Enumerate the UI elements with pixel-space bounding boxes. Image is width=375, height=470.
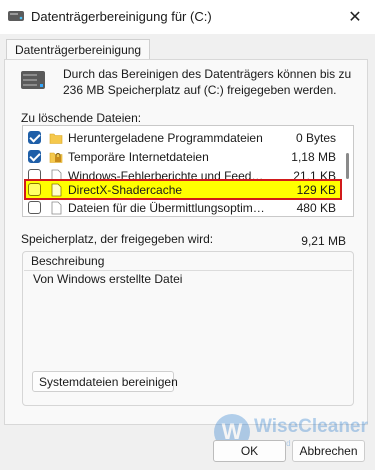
- list-item-size: 0 Bytes: [295, 130, 336, 145]
- tab-strip: Datenträgerbereinigung: [0, 34, 375, 61]
- list-item-size: 1,18 MB: [291, 149, 336, 164]
- close-button[interactable]: ✕: [335, 0, 375, 34]
- intro-text: Durch das Bereinigen des Datenträgers kö…: [63, 67, 352, 97]
- checkbox[interactable]: [28, 201, 41, 214]
- description-divider: [24, 270, 352, 271]
- list-item-size: 480 KB: [296, 200, 336, 215]
- clean-system-files-button[interactable]: Systemdateien bereinigen: [32, 371, 178, 392]
- space-freed-value: 9,21 MB: [301, 234, 346, 248]
- clean-system-files-label: Systemdateien bereinigen: [39, 374, 178, 389]
- list-item[interactable]: Heruntergeladene Programmdateien 0 Bytes: [24, 127, 342, 148]
- close-icon: ✕: [348, 9, 362, 26]
- tab-disk-cleanup[interactable]: Datenträgerbereinigung: [6, 39, 151, 61]
- lock-folder-icon: [49, 152, 63, 163]
- list-scrollbar[interactable]: [341, 126, 353, 216]
- file-list[interactable]: Heruntergeladene Programmdateien 0 Bytes…: [22, 125, 354, 217]
- ok-button[interactable]: OK: [213, 440, 286, 462]
- list-item-name: DirectX-Shadercache: [68, 182, 183, 197]
- description-legend: Beschreibung: [31, 254, 105, 268]
- list-item-name: Temporäre Internetdateien: [68, 149, 209, 164]
- scrollbar-thumb[interactable]: [346, 153, 349, 179]
- list-item[interactable]: Temporäre Internetdateien 1,18 MB: [24, 146, 342, 167]
- list-item-name: Heruntergeladene Programmdateien: [68, 130, 263, 145]
- description-text: Von Windows erstellte Datei: [33, 272, 183, 286]
- window-title: Datenträgerbereinigung für (C:): [31, 9, 212, 24]
- cancel-button[interactable]: Abbrechen: [292, 440, 365, 462]
- file-icon: [51, 201, 62, 214]
- title-bar: Datenträgerbereinigung für (C:) ✕: [0, 0, 375, 34]
- list-item[interactable]: Dateien für die Übermittlungsoptimierung…: [24, 197, 342, 216]
- list-item-size: 129 KB: [296, 182, 336, 197]
- file-icon: [51, 183, 62, 196]
- checkbox[interactable]: [28, 150, 41, 163]
- list-item-name: Dateien für die Übermittlungsoptimierung: [68, 200, 266, 215]
- space-freed-label: Speicherplatz, der freigegeben wird:: [21, 232, 214, 246]
- checkbox[interactable]: [28, 131, 41, 144]
- disk-cleanup-app-icon: [8, 11, 24, 21]
- files-to-delete-label: Zu löschende Dateien:: [21, 111, 142, 125]
- drive-icon: [21, 71, 45, 89]
- folder-icon: [49, 133, 63, 144]
- checkbox[interactable]: [28, 183, 41, 196]
